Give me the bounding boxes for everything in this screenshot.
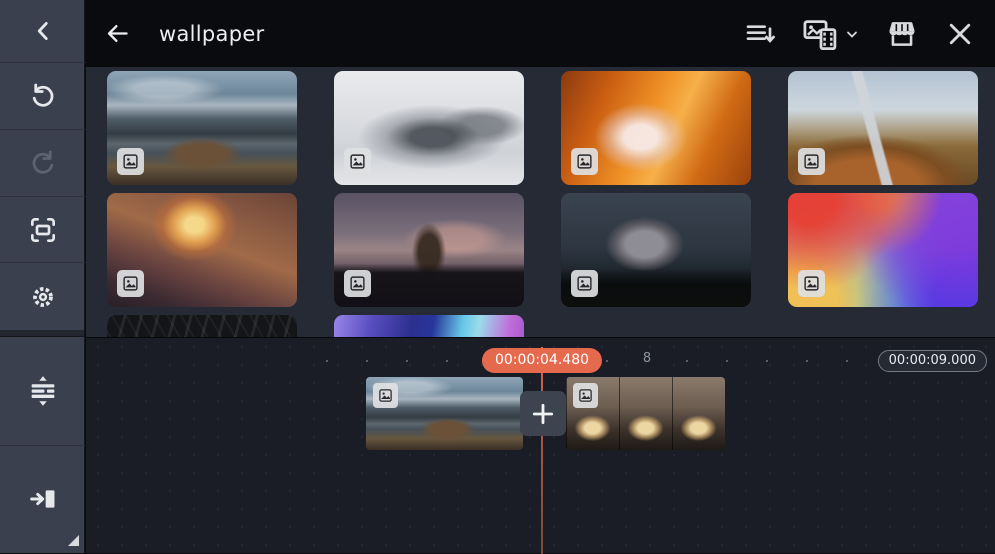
image-icon <box>798 270 825 297</box>
sort-button[interactable] <box>744 18 776 50</box>
expand-tracks-icon <box>26 374 60 408</box>
wallpaper-thumbnail-great-wall[interactable] <box>788 71 978 185</box>
media-type-filter[interactable] <box>802 15 859 53</box>
image-icon <box>571 270 598 297</box>
add-transition-button[interactable] <box>520 391 566 436</box>
playhead[interactable] <box>541 347 543 554</box>
chevron-left-icon <box>30 18 56 44</box>
export-button[interactable] <box>0 446 85 552</box>
image-icon <box>344 148 371 175</box>
undo-button[interactable] <box>0 63 85 130</box>
wallpaper-thumbnail-aurora-gradient[interactable] <box>334 315 524 337</box>
wallpaper-grid <box>86 67 995 337</box>
redo-button[interactable] <box>0 130 85 197</box>
undo-icon <box>28 81 58 111</box>
export-icon <box>27 483 59 515</box>
timeline-panel[interactable]: 8 00:00:09.000 00:00:04.480 <box>86 337 995 553</box>
wallpaper-thumbnail-canyon-wave[interactable] <box>561 71 751 185</box>
back-button[interactable] <box>0 0 85 63</box>
page-title: wallpaper <box>159 22 265 46</box>
store-button[interactable] <box>885 17 919 51</box>
fullscreen-icon <box>27 214 59 246</box>
image-icon <box>798 148 825 175</box>
plus-icon <box>530 401 556 427</box>
settings-button[interactable] <box>0 263 85 330</box>
gear-icon <box>28 282 58 312</box>
timeline-clip-mountain-lake[interactable] <box>366 377 523 450</box>
wallpaper-thumbnail-half-dome[interactable] <box>561 193 751 307</box>
timeline-clip-cars[interactable] <box>566 377 725 450</box>
close-icon <box>945 19 975 49</box>
panel-header: wallpaper <box>86 0 995 67</box>
wallpaper-thumbnail-mountain-lake[interactable] <box>107 71 297 185</box>
left-toolbar <box>0 0 85 553</box>
chevron-down-icon <box>845 27 859 41</box>
image-icon <box>117 148 144 175</box>
back-arrow-icon <box>104 20 131 47</box>
fullscreen-preview-button[interactable] <box>0 197 85 263</box>
expand-tracks-button[interactable] <box>0 337 85 446</box>
store-icon <box>885 17 919 51</box>
media-type-icon <box>802 15 840 53</box>
ruler-tick-label: 8 <box>637 351 657 366</box>
toolbar-divider <box>0 330 84 337</box>
wallpaper-thumbnail-foggy-mountains[interactable] <box>334 71 524 185</box>
panel-back-button[interactable] <box>104 20 131 47</box>
resize-corner-handle[interactable] <box>68 535 79 546</box>
image-icon <box>344 270 371 297</box>
image-icon <box>571 148 598 175</box>
wallpaper-thumbnail-color-gradient[interactable] <box>788 193 978 307</box>
image-icon <box>117 270 144 297</box>
image-icon <box>573 383 598 408</box>
playhead-time-badge: 00:00:04.480 <box>482 348 602 373</box>
redo-icon <box>28 148 58 178</box>
header-actions <box>744 0 975 67</box>
close-button[interactable] <box>945 19 975 49</box>
image-icon <box>373 383 398 408</box>
wallpaper-thumbnail-fortress-dusk[interactable] <box>334 193 524 307</box>
wallpaper-thumbnail-dark-foliage[interactable] <box>107 315 297 337</box>
wallpaper-thumbnail-canyon-cave[interactable] <box>107 193 297 307</box>
total-duration-badge: 00:00:09.000 <box>878 350 987 372</box>
sort-icon <box>744 18 776 50</box>
